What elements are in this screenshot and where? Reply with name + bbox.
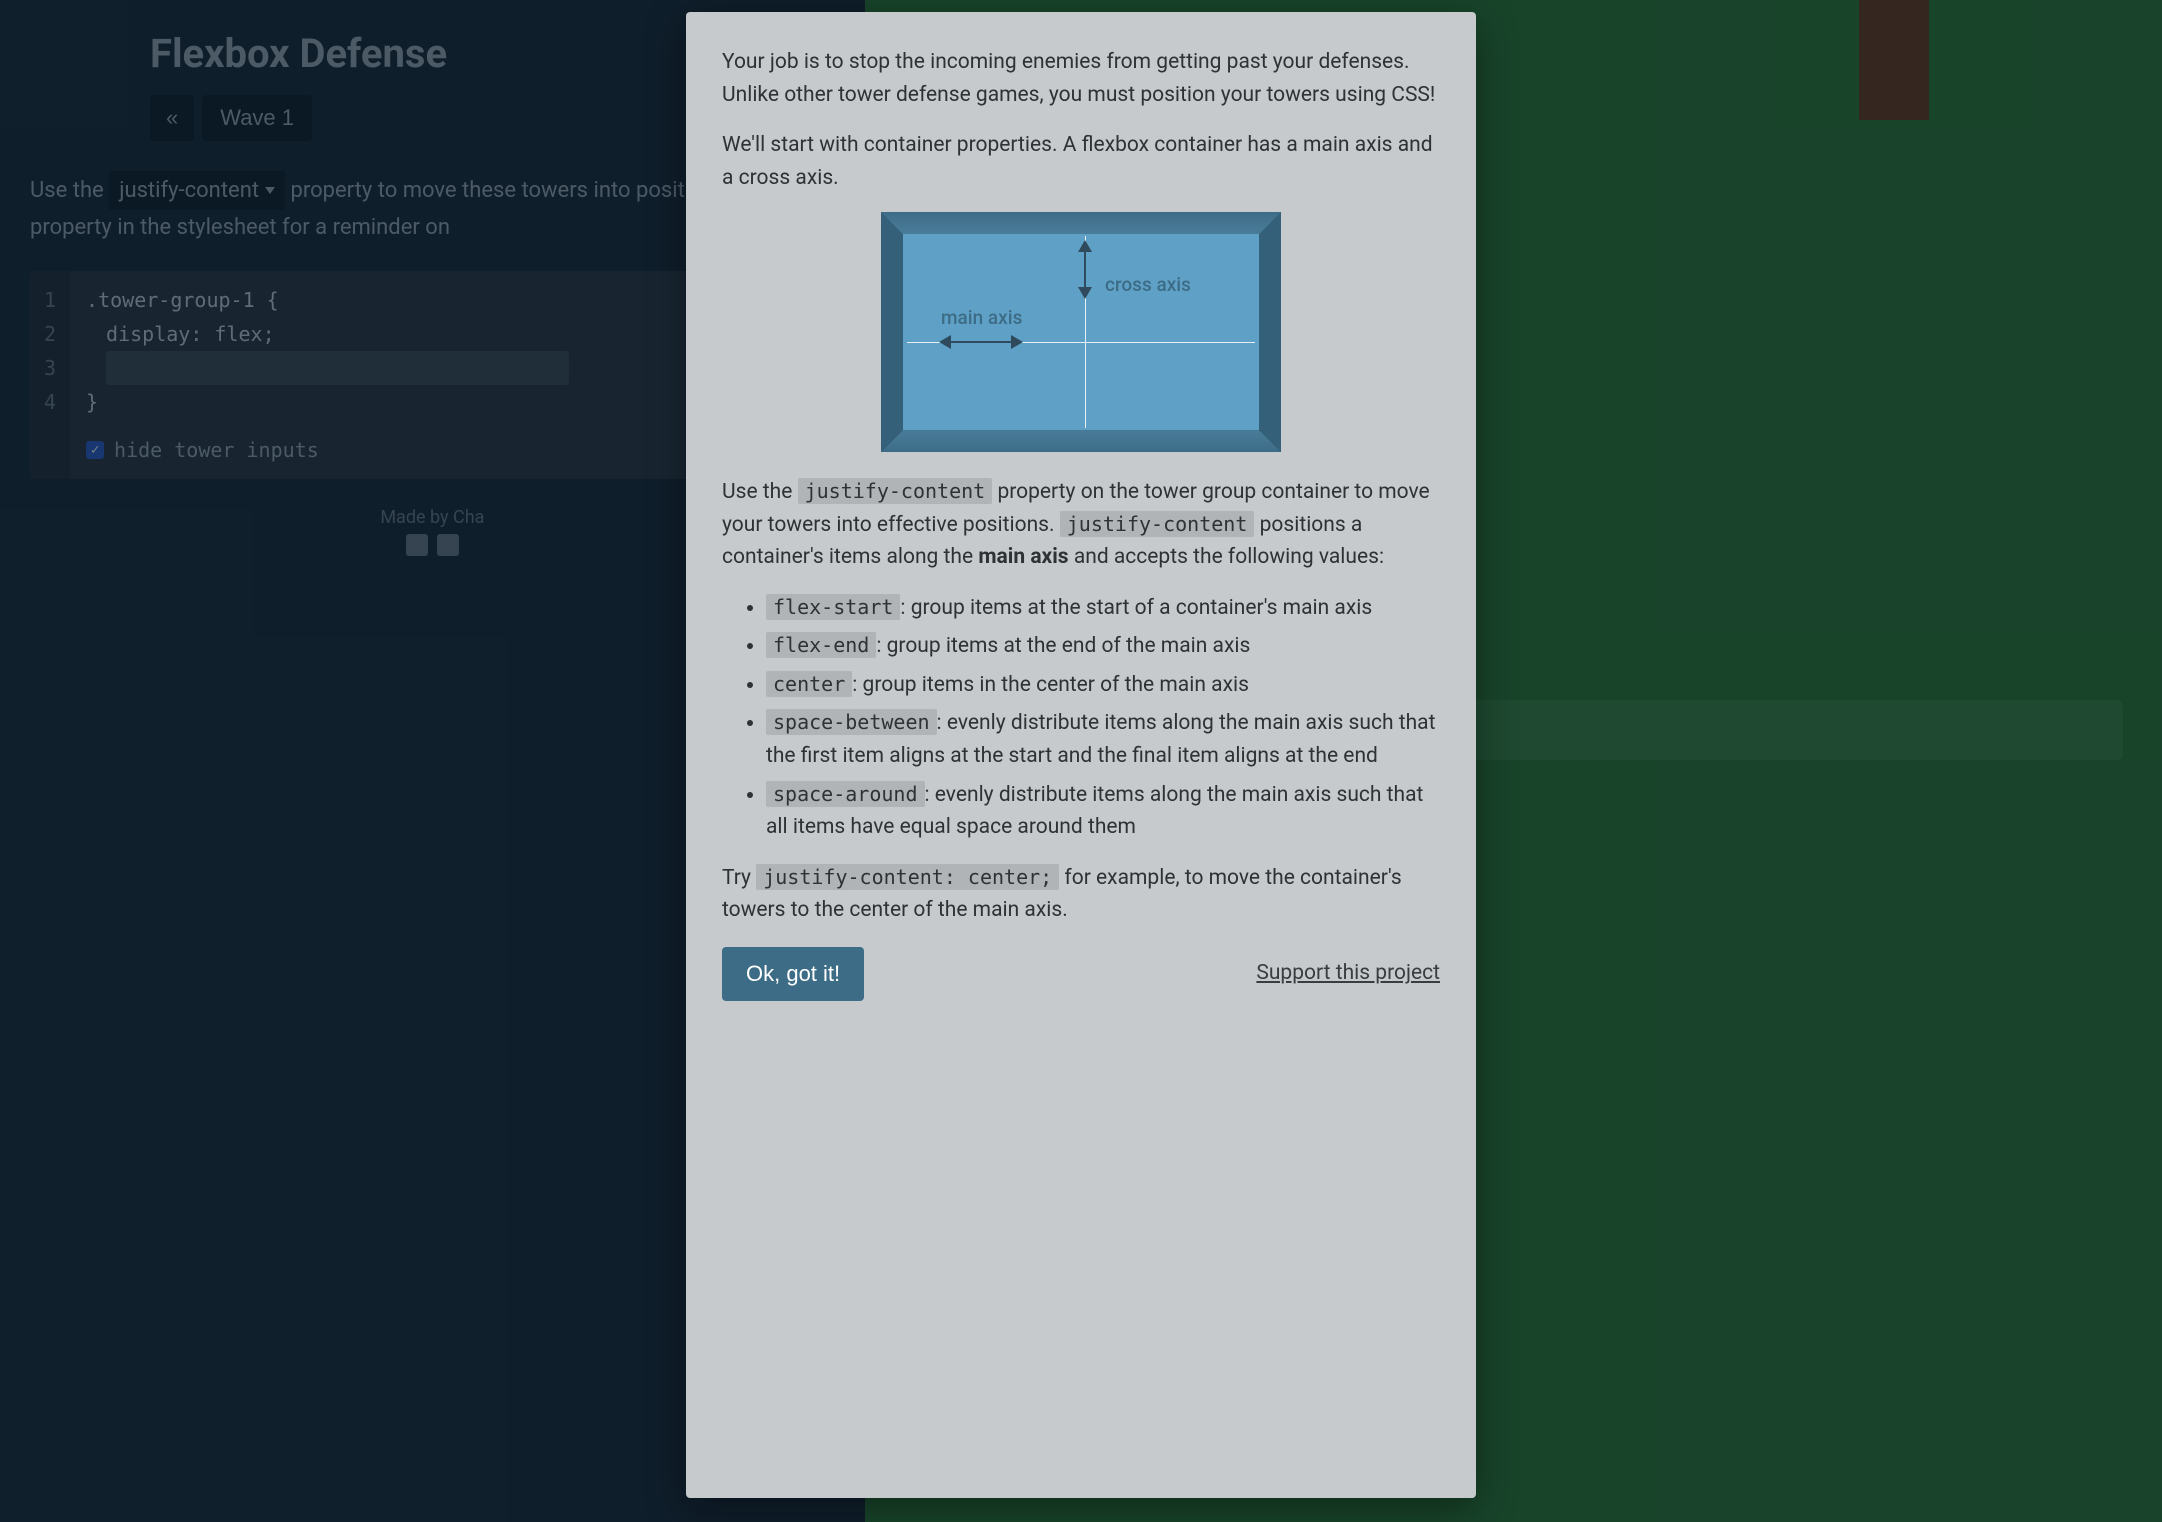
list-item: space-between: evenly distribute items a…: [766, 707, 1440, 772]
modal-intro-2: We'll start with container properties. A…: [722, 129, 1440, 194]
list-item: center: group items in the center of the…: [766, 669, 1440, 702]
code-value: space-between: [766, 709, 937, 735]
value-list: flex-start: group items at the start of …: [766, 592, 1440, 844]
list-item: flex-end: group items at the end of the …: [766, 630, 1440, 663]
modal-body-1: Use the justify-content property on the …: [722, 476, 1440, 574]
modal-overlay: Your job is to stop the incoming enemies…: [0, 0, 2162, 1522]
code-example: justify-content: center;: [756, 864, 1059, 890]
modal-body-2: Try justify-content: center; for example…: [722, 862, 1440, 927]
main-axis-arrow: [941, 341, 1021, 343]
code-value: flex-start: [766, 594, 900, 620]
support-link[interactable]: Support this project: [1256, 957, 1440, 990]
list-item: flex-start: group items at the start of …: [766, 592, 1440, 625]
cross-axis-arrow: [1084, 242, 1086, 297]
ok-button[interactable]: Ok, got it!: [722, 947, 864, 1001]
code-justify-content: justify-content: [798, 478, 993, 504]
list-item: space-around: evenly distribute items al…: [766, 779, 1440, 844]
code-justify-content: justify-content: [1060, 511, 1255, 537]
main-axis-label: main axis: [941, 303, 1022, 332]
code-value: flex-end: [766, 632, 876, 658]
axis-diagram: main axis cross axis: [722, 212, 1440, 452]
modal-actions: Ok, got it! Support this project: [722, 947, 1440, 1001]
modal-intro-1: Your job is to stop the incoming enemies…: [722, 46, 1440, 111]
code-value: space-around: [766, 781, 925, 807]
tutorial-modal: Your job is to stop the incoming enemies…: [686, 12, 1476, 1498]
cross-axis-label: cross axis: [1105, 270, 1191, 299]
code-value: center: [766, 671, 852, 697]
